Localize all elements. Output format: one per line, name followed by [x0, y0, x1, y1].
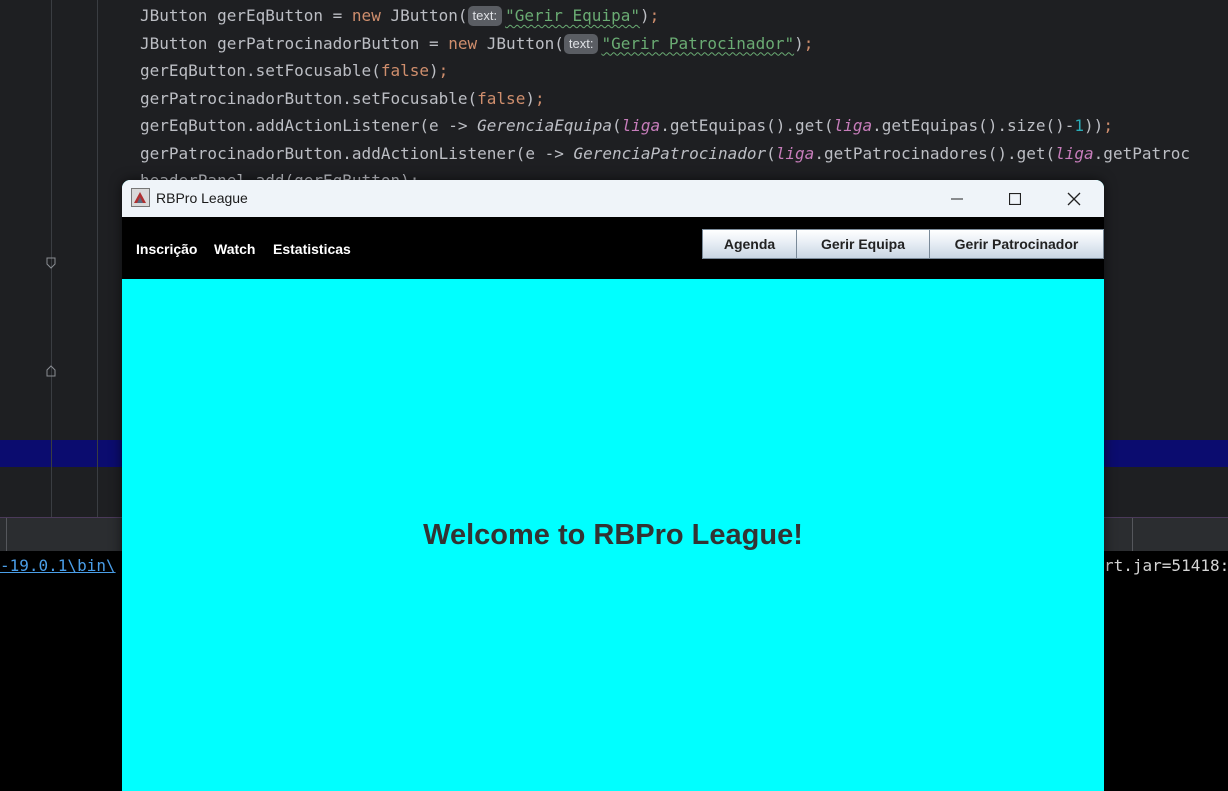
parameter-hint: text:	[467, 6, 503, 26]
parameter-hint: text:	[563, 33, 599, 54]
code-line: gerEqButton.addActionListener(e -> Geren…	[140, 112, 1113, 139]
code-token: gerPatrocinadorButton.setFocusable(	[140, 88, 478, 108]
code-token: ;	[1103, 116, 1113, 135]
fold-marker-icon[interactable]	[46, 365, 56, 377]
code-token: JButton(	[477, 33, 564, 53]
code-line: gerPatrocinadorButton.setFocusable(false…	[140, 85, 545, 112]
code-token: liga	[833, 116, 873, 135]
window-title: RBPro League	[156, 190, 248, 206]
code-line: JButton gerPatrocinadorButton = new JBut…	[140, 30, 813, 57]
code-token: ;	[438, 61, 449, 80]
code-token: "Gerir Patrocinador"	[601, 33, 795, 53]
code-token: .getPatroc	[1093, 143, 1190, 163]
code-token: false	[380, 61, 429, 80]
minimize-button[interactable]	[928, 180, 986, 217]
maximize-icon	[1009, 192, 1021, 205]
code-line: gerEqButton.setFocusable(false);	[140, 57, 448, 84]
code-token: JButton(	[380, 6, 468, 25]
code-token: liga	[775, 143, 815, 163]
close-icon	[1067, 192, 1081, 205]
code-token: GerenciaPatrocinador	[573, 143, 767, 163]
close-button[interactable]	[1045, 180, 1103, 217]
code-token: )	[525, 88, 535, 108]
code-token: ))	[1084, 116, 1104, 135]
welcome-label: Welcome to RBPro League!	[423, 519, 803, 551]
java-app-icon	[131, 188, 150, 207]
code-token: liga	[1055, 143, 1094, 163]
gerir-equipa-button[interactable]: Gerir Equipa	[796, 229, 930, 259]
code-token: ;	[803, 33, 814, 53]
agenda-button[interactable]: Agenda	[702, 229, 797, 259]
code-token: JButton gerEqButton =	[140, 6, 352, 25]
code-token: liga	[621, 116, 661, 135]
fold-marker-icon[interactable]	[46, 257, 56, 269]
content-panel: Welcome to RBPro League!	[122, 279, 1104, 791]
console-path-link[interactable]: -19.0.1\bin\	[0, 556, 116, 575]
app-window: RBPro League Inscrição Watch Estatistica…	[122, 180, 1104, 791]
code-token: )	[794, 33, 804, 53]
code-line: gerPatrocinadorButton.addActionListener(…	[140, 140, 1190, 167]
maximize-button[interactable]	[986, 180, 1044, 217]
code-token: .getEquipas().get(	[660, 116, 834, 135]
nav-estatisticas[interactable]: Estatisticas	[273, 240, 351, 258]
code-line: JButton gerEqButton = new JButton(text: "…	[140, 2, 659, 29]
nav-watch[interactable]: Watch	[214, 240, 255, 258]
code-token: )	[429, 61, 439, 80]
code-token: ;	[649, 6, 660, 25]
code-token: new	[448, 33, 478, 53]
console-text: rt.jar=51418:	[1104, 556, 1228, 575]
code-token: JButton gerPatrocinadorButton =	[140, 33, 449, 53]
code-token: GerenciaEquipa	[477, 116, 613, 135]
code-token: false	[477, 88, 526, 108]
code-token: (	[766, 143, 776, 163]
minimize-icon	[951, 198, 963, 199]
code-token: new	[351, 6, 381, 25]
code-token: 1	[1074, 116, 1085, 135]
divider	[1132, 518, 1133, 552]
nav-inscricao[interactable]: Inscrição	[136, 240, 197, 258]
code-token: (	[612, 116, 622, 135]
title-bar[interactable]: RBPro League	[122, 180, 1104, 217]
code-token: gerEqButton.addActionListener(e ->	[140, 116, 478, 135]
divider	[6, 518, 7, 552]
code-token: gerEqButton.setFocusable(	[140, 61, 381, 80]
gerir-patrocinador-button[interactable]: Gerir Patrocinador	[929, 229, 1104, 259]
code-token: .getPatrocinadores().get(	[814, 143, 1056, 163]
code-token: "Gerir Equipa"	[505, 6, 640, 25]
code-token: .getEquipas().size()-	[872, 116, 1075, 135]
code-token: )	[639, 6, 650, 25]
header-panel: Inscrição Watch Estatisticas Agenda Geri…	[122, 217, 1104, 279]
code-token: ;	[534, 88, 545, 108]
code-token: gerPatrocinadorButton.addActionListener(…	[140, 143, 574, 163]
indent-guide	[97, 0, 98, 517]
